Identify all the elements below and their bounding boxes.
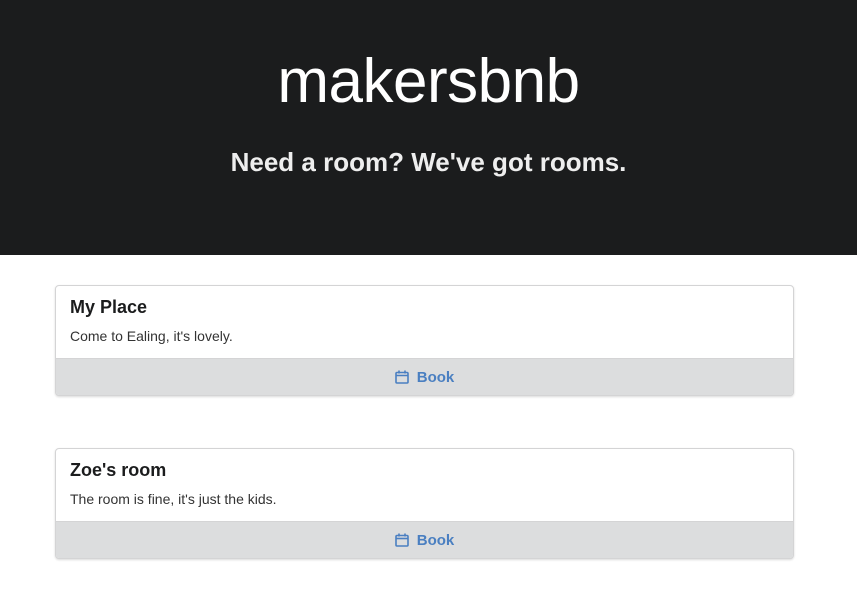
book-button[interactable]: Book bbox=[56, 521, 793, 558]
listing-content: Zoe's room The room is fine, it's just t… bbox=[56, 449, 793, 521]
listing-description: Come to Ealing, it's lovely. bbox=[70, 328, 233, 344]
listing-title: Zoe's room bbox=[70, 460, 167, 480]
hero-header: makersbnb Need a room? We've got rooms. bbox=[0, 0, 857, 255]
listing-title: My Place bbox=[70, 297, 148, 317]
book-button-label: Book bbox=[416, 368, 455, 386]
site-subtitle: Need a room? We've got rooms. bbox=[230, 147, 627, 177]
site-title: makersbnb bbox=[277, 47, 580, 116]
calendar-icon bbox=[394, 370, 409, 384]
book-button-label: Book bbox=[416, 531, 455, 549]
listing-content: My Place Come to Ealing, it's lovely. bbox=[56, 286, 793, 358]
book-button[interactable]: Book bbox=[56, 358, 793, 395]
listing-description: The room is fine, it's just the kids. bbox=[70, 491, 277, 507]
listing-card: Zoe's room The room is fine, it's just t… bbox=[55, 448, 794, 559]
listings-list: My Place Come to Ealing, it's lovely. Bo… bbox=[55, 285, 794, 611]
calendar-icon bbox=[394, 533, 409, 547]
listing-card: My Place Come to Ealing, it's lovely. Bo… bbox=[55, 285, 794, 396]
